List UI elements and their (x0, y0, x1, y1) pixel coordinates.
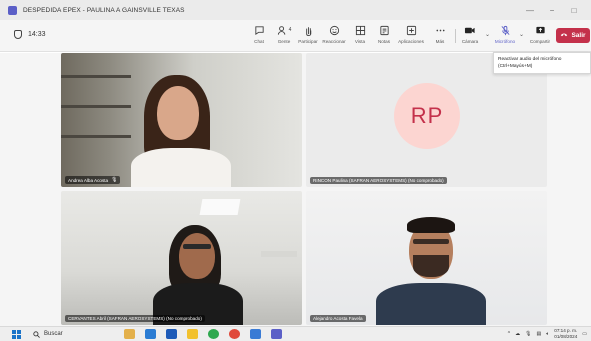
volume-icon[interactable]: 🔈︎ (546, 331, 549, 337)
leave-label: Salir (571, 32, 586, 39)
chat-icon (254, 23, 265, 37)
apps-label: Aplicaciones (398, 39, 424, 44)
meeting-toolbar: 14:33 Chat 4 Gente Participar Reaccionar… (0, 20, 591, 52)
participant-name-tag: Andrea Alba Acosta 🎙︎ (65, 176, 121, 184)
microphone-tooltip: Reactivar audio del micrófono (Ctrl+Mayú… (493, 52, 591, 74)
people-label: Gente (277, 39, 291, 44)
notes-label: Notas (377, 39, 390, 44)
raise-hand-label: Participar (298, 39, 318, 44)
participant-tile-3[interactable]: CERVANTES Abril (SAFRAN AEROSYSTEMS) (No… (61, 191, 302, 325)
network-icon[interactable]: ▤ (537, 331, 542, 337)
share-icon (535, 23, 546, 37)
more-icon (435, 23, 446, 37)
microphone-tray-icon[interactable]: 🎙︎ (525, 331, 531, 337)
apps-icon (406, 23, 417, 37)
beard (413, 255, 449, 277)
chevron-up-icon[interactable]: ^ (508, 331, 510, 337)
person-shirt (131, 148, 231, 187)
windows-start-icon[interactable] (12, 329, 21, 339)
meeting-timer: 14:33 (14, 30, 46, 39)
minimize-button[interactable]: − (541, 6, 563, 15)
tooltip-line-1: Reactivar audio del micrófono (498, 57, 562, 62)
glasses (183, 244, 211, 249)
shield-icon (14, 30, 22, 39)
ceiling-fixture (261, 251, 297, 257)
teams-taskbar-icon[interactable] (271, 329, 282, 339)
participant-name-tag: CERVANTES Abril (SAFRAN AEROSYSTEMS) (No… (65, 315, 205, 322)
store-icon[interactable] (166, 329, 177, 339)
camera-label: Cámara (461, 39, 479, 44)
participant-tile-4[interactable]: Alejandro Acosta Favela (306, 191, 547, 325)
onedrive-icon[interactable]: ☁ (515, 331, 520, 337)
participant-name-tag: RINCON Paulina (SAFRAN AEROSYSTEMS) (No … (310, 177, 447, 184)
microphone-button[interactable]: Micrófono (487, 23, 523, 49)
widgets-icon[interactable] (124, 329, 135, 339)
person-face (157, 86, 199, 140)
bookshelf (61, 75, 131, 78)
camera-button[interactable]: Cámara (452, 23, 488, 49)
participant-name: CERVANTES Abril (SAFRAN AEROSYSTEMS) (No… (68, 316, 202, 321)
mic-muted-icon: 🎙︎ (111, 177, 118, 183)
leave-button[interactable]: Salir (556, 28, 590, 43)
clock-date: 01/08/2024 (554, 334, 578, 339)
microphone-label: Micrófono (494, 39, 516, 44)
more-window-options-button[interactable]: — (519, 6, 541, 15)
person-face (179, 233, 215, 279)
chat-label: Chat (254, 39, 264, 44)
raise-hand-icon (303, 23, 314, 37)
window-title: DESPEDIDA EPEX - PAULINA A GAINSVILLE TE… (23, 6, 185, 14)
notifications-icon[interactable]: ▭ (582, 331, 587, 337)
grid-view-icon (355, 23, 366, 37)
video-stage: Andrea Alba Acosta 🎙︎ RP RINCON Paulina … (0, 53, 591, 326)
window-controls: — − □ (519, 0, 585, 20)
avatar-initials: RP (410, 103, 444, 128)
view-label: Vista (354, 39, 366, 44)
taskbar-search[interactable]: Buscar (33, 330, 63, 338)
person-shirt (376, 283, 486, 325)
participant-name: Alejandro Acosta Favela (313, 316, 363, 321)
notes-icon (379, 23, 390, 37)
person-hair (407, 217, 455, 233)
windows-taskbar: Buscar ^ ☁ 🎙︎ ▤ 🔈︎ 07:14 p. m. 01/08/202… (0, 326, 591, 341)
folder-icon[interactable] (187, 329, 198, 339)
search-label: Buscar (44, 331, 63, 337)
glasses (413, 239, 449, 244)
window-titlebar: DESPEDIDA EPEX - PAULINA A GAINSVILLE TE… (0, 0, 591, 20)
bookshelf (61, 135, 131, 138)
phone-hangup-icon (560, 32, 568, 39)
chrome-icon[interactable] (229, 329, 240, 339)
participant-name: Andrea Alba Acosta (68, 177, 109, 183)
participant-name: RINCON Paulina (SAFRAN AEROSYSTEMS) (No … (313, 178, 444, 183)
more-label: Más (435, 39, 445, 44)
participant-tile-1[interactable]: Andrea Alba Acosta 🎙︎ (61, 53, 302, 187)
share-button[interactable]: Compartir (522, 23, 558, 49)
teams-icon (8, 5, 17, 15)
microphone-off-icon (500, 23, 511, 37)
system-tray: ^ ☁ 🎙︎ ▤ 🔈︎ 07:14 p. m. 01/08/2024 ▭ (508, 328, 587, 340)
camera-icon (464, 23, 476, 37)
file-explorer-icon[interactable] (145, 329, 156, 339)
tooltip-line-2: (Ctrl+Mayús+M) (498, 64, 533, 69)
timer-text: 14:33 (28, 31, 46, 38)
outlook-icon[interactable] (250, 329, 261, 339)
maximize-button[interactable]: □ (563, 6, 585, 15)
taskbar-clock[interactable]: 07:14 p. m. 01/08/2024 (554, 328, 577, 340)
bookshelf (61, 105, 131, 108)
edge-icon[interactable] (208, 329, 219, 339)
participant-name-tag: Alejandro Acosta Favela (310, 315, 366, 322)
ceiling-light (199, 199, 241, 215)
share-label: Compartir (529, 39, 551, 44)
taskbar-apps (124, 329, 282, 339)
emoji-icon (329, 23, 340, 37)
search-icon (33, 330, 40, 338)
participant-avatar: RP (394, 83, 460, 149)
